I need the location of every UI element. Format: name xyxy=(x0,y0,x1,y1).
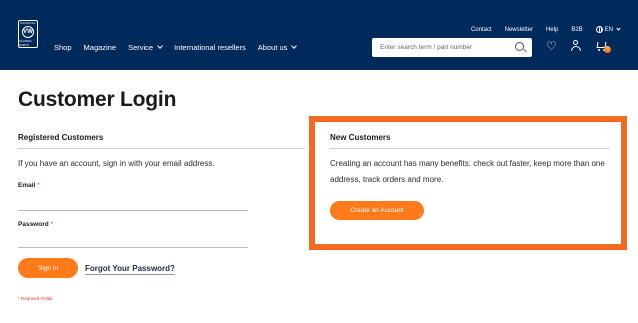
nav-about-label: About us xyxy=(257,43,288,52)
search-icon[interactable] xyxy=(515,42,524,51)
password-label: Password * xyxy=(18,221,53,228)
language-label: EN xyxy=(604,26,613,33)
top-nav-help[interactable]: Help xyxy=(546,27,558,33)
logo-bottom-text: CLASSIC PARTS xyxy=(19,39,32,47)
required-marker: * xyxy=(37,182,40,189)
top-nav: Contact Newsletter Help B2B EN xyxy=(471,25,621,33)
required-marker: * xyxy=(50,221,54,228)
chevron-down-icon xyxy=(291,43,298,49)
search-input[interactable] xyxy=(380,41,508,54)
nav-service[interactable]: Service xyxy=(128,43,163,52)
logo-emblem-text: VW xyxy=(23,29,33,35)
cart-count-badge: 0 xyxy=(603,46,611,53)
password-underline xyxy=(18,247,248,248)
nav-magazine[interactable]: Magazine xyxy=(84,43,117,52)
nav-shop[interactable]: Shop xyxy=(54,43,72,52)
highlight-box xyxy=(309,116,627,250)
brand-logo[interactable]: ORIGINAL VW CLASSIC PARTS xyxy=(18,20,38,48)
forgot-password-link[interactable]: Forgot Your Password? xyxy=(85,264,175,275)
section-divider xyxy=(18,148,305,149)
account-user-icon[interactable] xyxy=(570,40,581,52)
chevron-down-icon xyxy=(157,43,163,49)
main-nav: Shop Magazine Service International rese… xyxy=(54,43,298,52)
search-bar xyxy=(372,38,532,57)
wishlist-heart-icon[interactable]: ♡ xyxy=(546,40,557,52)
email-label-text: Email xyxy=(18,182,36,189)
registered-customers-title: Registered Customers xyxy=(18,133,104,142)
nav-service-label: Service xyxy=(128,43,154,52)
globe-icon xyxy=(595,26,603,33)
nav-international-resellers[interactable]: International resellers xyxy=(174,43,246,52)
top-nav-newsletter[interactable]: Newsletter xyxy=(505,27,533,33)
top-nav-b2b[interactable]: B2B xyxy=(571,27,582,33)
site-header: ORIGINAL VW CLASSIC PARTS Shop Magazine … xyxy=(0,0,638,70)
email-label: Email * xyxy=(18,182,40,189)
language-switcher[interactable]: EN xyxy=(595,25,621,33)
sign-in-button[interactable]: Sign In xyxy=(18,258,78,278)
logo-top-text: ORIGINAL xyxy=(20,21,36,25)
nav-resellers-label: International resellers xyxy=(174,43,246,52)
required-fields-note: * Required Fields xyxy=(18,296,53,301)
page-title: Customer Login xyxy=(18,88,177,111)
email-field[interactable] xyxy=(18,196,248,210)
nav-magazine-label: Magazine xyxy=(83,43,117,52)
cart-icon[interactable]: 0 xyxy=(595,40,611,53)
nav-about-us[interactable]: About us xyxy=(257,43,298,52)
nav-shop-label: Shop xyxy=(54,43,72,52)
email-underline xyxy=(18,210,248,211)
password-label-text: Password xyxy=(18,221,49,228)
header-icons: ♡ 0 xyxy=(546,40,611,53)
vw-emblem-icon: VW xyxy=(22,26,34,38)
registered-intro-text: If you have an account, sign in with you… xyxy=(18,159,215,168)
chevron-down-icon xyxy=(616,25,621,31)
top-nav-contact[interactable]: Contact xyxy=(471,27,492,33)
password-field[interactable] xyxy=(18,232,248,246)
